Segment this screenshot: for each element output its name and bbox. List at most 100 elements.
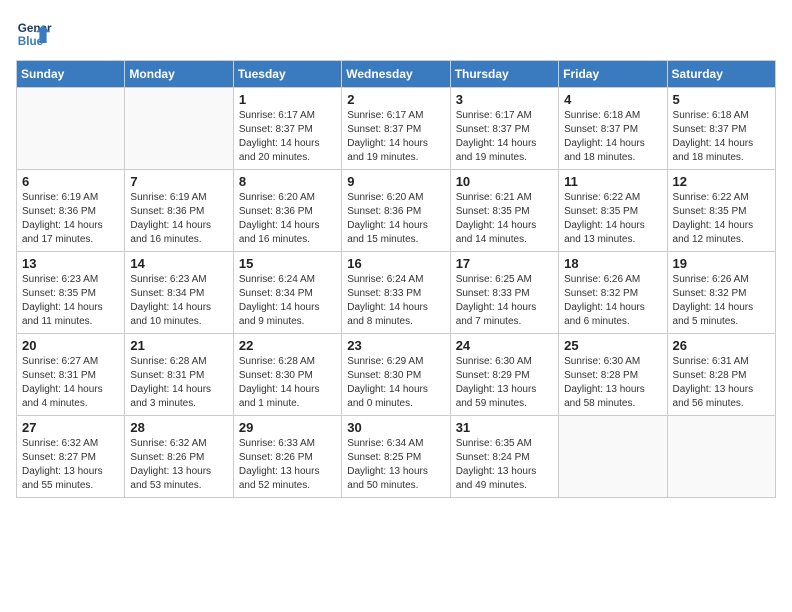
- weekday-header-friday: Friday: [559, 61, 667, 88]
- day-info: Sunrise: 6:22 AM Sunset: 8:35 PM Dayligh…: [673, 191, 770, 247]
- weekday-header-sunday: Sunday: [17, 61, 125, 88]
- calendar-cell: 12 Sunrise: 6:22 AM Sunset: 8:35 PM Dayli…: [667, 170, 775, 252]
- day-info: Sunrise: 6:17 AM Sunset: 8:37 PM Dayligh…: [456, 109, 553, 165]
- week-row-4: 20 Sunrise: 6:27 AM Sunset: 8:31 PM Dayli…: [17, 334, 776, 416]
- day-number: 22: [239, 338, 336, 353]
- day-info: Sunrise: 6:17 AM Sunset: 8:37 PM Dayligh…: [239, 109, 336, 165]
- day-number: 21: [130, 338, 227, 353]
- calendar-cell: [667, 416, 775, 498]
- calendar-cell: 23 Sunrise: 6:29 AM Sunset: 8:30 PM Dayli…: [342, 334, 450, 416]
- calendar-cell: 29 Sunrise: 6:33 AM Sunset: 8:26 PM Dayli…: [233, 416, 341, 498]
- calendar-cell: 31Sunrise: 6:35 AM Sunset: 8:24 PM Dayli…: [450, 416, 558, 498]
- day-info: Sunrise: 6:30 AM Sunset: 8:28 PM Dayligh…: [564, 355, 661, 411]
- calendar-cell: 20 Sunrise: 6:27 AM Sunset: 8:31 PM Dayli…: [17, 334, 125, 416]
- day-info: Sunrise: 6:20 AM Sunset: 8:36 PM Dayligh…: [239, 191, 336, 247]
- day-number: 19: [673, 256, 770, 271]
- calendar-cell: 3 Sunrise: 6:17 AM Sunset: 8:37 PM Daylig…: [450, 88, 558, 170]
- day-info: Sunrise: 6:20 AM Sunset: 8:36 PM Dayligh…: [347, 191, 444, 247]
- calendar-cell: 27 Sunrise: 6:32 AM Sunset: 8:27 PM Dayli…: [17, 416, 125, 498]
- calendar-cell: 26 Sunrise: 6:31 AM Sunset: 8:28 PM Dayli…: [667, 334, 775, 416]
- calendar-cell: 7 Sunrise: 6:19 AM Sunset: 8:36 PM Daylig…: [125, 170, 233, 252]
- day-number: 29: [239, 420, 336, 435]
- calendar-cell: 2 Sunrise: 6:17 AM Sunset: 8:37 PM Daylig…: [342, 88, 450, 170]
- day-info: Sunrise: 6:28 AM Sunset: 8:30 PM Dayligh…: [239, 355, 336, 411]
- week-row-3: 13 Sunrise: 6:23 AM Sunset: 8:35 PM Dayli…: [17, 252, 776, 334]
- calendar-cell: 9 Sunrise: 6:20 AM Sunset: 8:36 PM Daylig…: [342, 170, 450, 252]
- logo-icon: General Blue: [16, 16, 52, 52]
- day-info: Sunrise: 6:24 AM Sunset: 8:33 PM Dayligh…: [347, 273, 444, 329]
- calendar-cell: 25 Sunrise: 6:30 AM Sunset: 8:28 PM Dayli…: [559, 334, 667, 416]
- day-info: Sunrise: 6:18 AM Sunset: 8:37 PM Dayligh…: [564, 109, 661, 165]
- calendar: SundayMondayTuesdayWednesdayThursdayFrid…: [16, 60, 776, 498]
- svg-text:General: General: [18, 22, 52, 35]
- day-number: 10: [456, 174, 553, 189]
- day-info: Sunrise: 6:23 AM Sunset: 8:35 PM Dayligh…: [22, 273, 119, 329]
- calendar-cell: 28 Sunrise: 6:32 AM Sunset: 8:26 PM Dayli…: [125, 416, 233, 498]
- calendar-cell: 6 Sunrise: 6:19 AM Sunset: 8:36 PM Daylig…: [17, 170, 125, 252]
- day-info: Sunrise: 6:19 AM Sunset: 8:36 PM Dayligh…: [130, 191, 227, 247]
- calendar-cell: 15 Sunrise: 6:24 AM Sunset: 8:34 PM Dayli…: [233, 252, 341, 334]
- day-number: 15: [239, 256, 336, 271]
- day-number: 23: [347, 338, 444, 353]
- day-number: 11: [564, 174, 661, 189]
- day-info: Sunrise: 6:21 AM Sunset: 8:35 PM Dayligh…: [456, 191, 553, 247]
- calendar-cell: 14 Sunrise: 6:23 AM Sunset: 8:34 PM Dayli…: [125, 252, 233, 334]
- day-info: Sunrise: 6:32 AM Sunset: 8:26 PM Dayligh…: [130, 437, 227, 493]
- day-number: 25: [564, 338, 661, 353]
- day-number: 2: [347, 92, 444, 107]
- day-number: 5: [673, 92, 770, 107]
- day-number: 31: [456, 420, 553, 435]
- day-info: Sunrise: 6:23 AM Sunset: 8:34 PM Dayligh…: [130, 273, 227, 329]
- week-row-2: 6 Sunrise: 6:19 AM Sunset: 8:36 PM Daylig…: [17, 170, 776, 252]
- day-number: 4: [564, 92, 661, 107]
- calendar-cell: 11 Sunrise: 6:22 AM Sunset: 8:35 PM Dayli…: [559, 170, 667, 252]
- calendar-cell: 19 Sunrise: 6:26 AM Sunset: 8:32 PM Dayli…: [667, 252, 775, 334]
- calendar-cell: [125, 88, 233, 170]
- weekday-header-row: SundayMondayTuesdayWednesdayThursdayFrid…: [17, 61, 776, 88]
- weekday-header-wednesday: Wednesday: [342, 61, 450, 88]
- day-info: Sunrise: 6:17 AM Sunset: 8:37 PM Dayligh…: [347, 109, 444, 165]
- day-number: 7: [130, 174, 227, 189]
- day-number: 26: [673, 338, 770, 353]
- calendar-cell: 18 Sunrise: 6:26 AM Sunset: 8:32 PM Dayli…: [559, 252, 667, 334]
- calendar-cell: 24 Sunrise: 6:30 AM Sunset: 8:29 PM Dayli…: [450, 334, 558, 416]
- day-info: Sunrise: 6:31 AM Sunset: 8:28 PM Dayligh…: [673, 355, 770, 411]
- calendar-cell: [17, 88, 125, 170]
- day-info: Sunrise: 6:28 AM Sunset: 8:31 PM Dayligh…: [130, 355, 227, 411]
- day-info: Sunrise: 6:26 AM Sunset: 8:32 PM Dayligh…: [673, 273, 770, 329]
- day-number: 24: [456, 338, 553, 353]
- day-number: 12: [673, 174, 770, 189]
- day-number: 28: [130, 420, 227, 435]
- weekday-header-monday: Monday: [125, 61, 233, 88]
- day-number: 6: [22, 174, 119, 189]
- day-info: Sunrise: 6:29 AM Sunset: 8:30 PM Dayligh…: [347, 355, 444, 411]
- weekday-header-tuesday: Tuesday: [233, 61, 341, 88]
- day-info: Sunrise: 6:24 AM Sunset: 8:34 PM Dayligh…: [239, 273, 336, 329]
- day-info: Sunrise: 6:26 AM Sunset: 8:32 PM Dayligh…: [564, 273, 661, 329]
- calendar-cell: 10 Sunrise: 6:21 AM Sunset: 8:35 PM Dayli…: [450, 170, 558, 252]
- day-number: 27: [22, 420, 119, 435]
- day-number: 14: [130, 256, 227, 271]
- day-info: Sunrise: 6:33 AM Sunset: 8:26 PM Dayligh…: [239, 437, 336, 493]
- day-info: Sunrise: 6:18 AM Sunset: 8:37 PM Dayligh…: [673, 109, 770, 165]
- day-number: 20: [22, 338, 119, 353]
- day-number: 8: [239, 174, 336, 189]
- header: General Blue: [16, 16, 776, 52]
- day-number: 9: [347, 174, 444, 189]
- calendar-cell: 16Sunrise: 6:24 AM Sunset: 8:33 PM Dayli…: [342, 252, 450, 334]
- calendar-cell: [559, 416, 667, 498]
- weekday-header-saturday: Saturday: [667, 61, 775, 88]
- day-info: Sunrise: 6:22 AM Sunset: 8:35 PM Dayligh…: [564, 191, 661, 247]
- day-number: 18: [564, 256, 661, 271]
- day-number: 3: [456, 92, 553, 107]
- day-info: Sunrise: 6:25 AM Sunset: 8:33 PM Dayligh…: [456, 273, 553, 329]
- day-info: Sunrise: 6:30 AM Sunset: 8:29 PM Dayligh…: [456, 355, 553, 411]
- week-row-1: 1Sunrise: 6:17 AM Sunset: 8:37 PM Daylig…: [17, 88, 776, 170]
- day-number: 30: [347, 420, 444, 435]
- day-info: Sunrise: 6:27 AM Sunset: 8:31 PM Dayligh…: [22, 355, 119, 411]
- day-number: 13: [22, 256, 119, 271]
- day-info: Sunrise: 6:19 AM Sunset: 8:36 PM Dayligh…: [22, 191, 119, 247]
- logo: General Blue: [16, 16, 52, 52]
- day-info: Sunrise: 6:32 AM Sunset: 8:27 PM Dayligh…: [22, 437, 119, 493]
- calendar-cell: 30Sunrise: 6:34 AM Sunset: 8:25 PM Dayli…: [342, 416, 450, 498]
